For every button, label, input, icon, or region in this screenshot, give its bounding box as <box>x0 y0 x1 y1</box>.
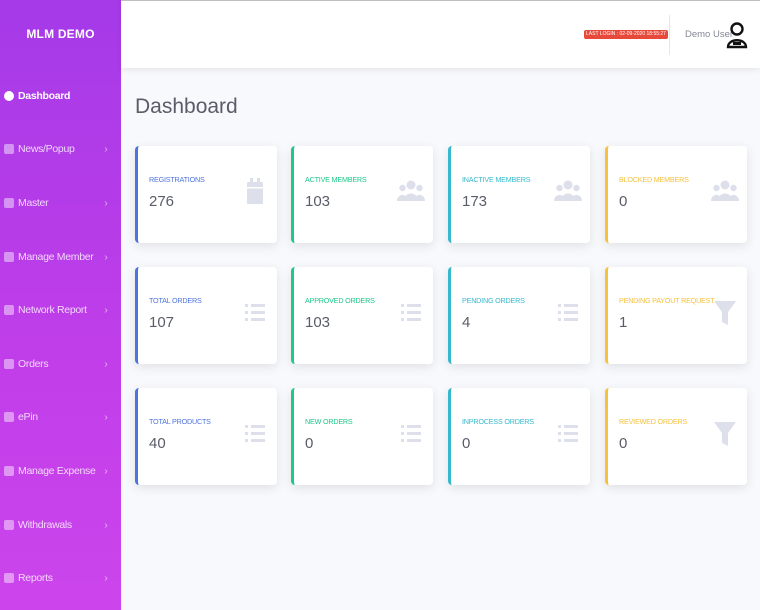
chevron-right-icon: › <box>104 251 108 263</box>
card-label: TOTAL ORDERS <box>149 296 202 305</box>
card-approved-orders[interactable]: APPROVED ORDERS 103 <box>291 267 433 364</box>
sidebar-item-news-popup[interactable]: News/Popup › <box>0 137 121 161</box>
card-inactive-members[interactable]: INACTIVE MEMBERS 173 <box>448 146 590 243</box>
card-value: 0 <box>619 193 628 210</box>
expense-icon <box>4 466 14 476</box>
card-label: TOTAL PRODUCTS <box>149 417 211 426</box>
dashboard-icon <box>4 91 14 101</box>
report-icon <box>4 305 14 315</box>
card-value: 276 <box>149 193 175 210</box>
sidebar-item-manage-member[interactable]: Manage Member › <box>0 245 121 269</box>
sidebar-item-label: ePin <box>18 411 38 423</box>
card-active-members[interactable]: ACTIVE MEMBERS 103 <box>291 146 433 243</box>
sidebar: MLM DEMO Dashboard News/Popup › Master ›… <box>0 0 121 610</box>
card-value: 0 <box>462 435 471 452</box>
card-value: 0 <box>619 435 628 452</box>
file-icon <box>4 573 14 583</box>
sidebar-item-label: Reports <box>18 572 53 584</box>
calendar-icon <box>247 178 263 204</box>
card-pending-payout-request[interactable]: PENDING PAYOUT REQUEST 1 <box>605 267 747 364</box>
card-label: NEW ORDERS <box>305 417 353 426</box>
list-icon <box>245 425 265 442</box>
users-icon <box>4 252 14 262</box>
chevron-right-icon: › <box>104 143 108 155</box>
list-icon <box>401 304 421 321</box>
card-value: 40 <box>149 435 166 452</box>
sidebar-item-label: Dashboard <box>18 90 71 102</box>
chevron-right-icon: › <box>104 519 108 531</box>
pin-icon <box>4 412 14 422</box>
wrench-icon <box>4 198 14 208</box>
list-icon <box>558 425 578 442</box>
card-label: REVIEWED ORDERS <box>619 417 688 426</box>
chevron-right-icon: › <box>104 197 108 209</box>
brand-logo[interactable]: MLM DEMO <box>0 0 121 68</box>
filter-icon <box>714 301 736 325</box>
card-value: 4 <box>462 314 471 331</box>
chevron-right-icon: › <box>104 358 108 370</box>
card-value: 107 <box>149 314 175 331</box>
filter-icon <box>714 422 736 446</box>
list-icon <box>401 425 421 442</box>
sidebar-item-label: News/Popup <box>18 143 75 155</box>
topbar: LAST LOGIN : 02-09-2020 18:55:27 Demo Us… <box>121 0 760 68</box>
sidebar-item-label: Master <box>18 197 49 209</box>
list-icon <box>558 304 578 321</box>
news-icon <box>4 144 14 154</box>
sidebar-item-label: Manage Expense <box>18 465 96 477</box>
chevron-right-icon: › <box>104 465 108 477</box>
card-inprocess-orders[interactable]: INPROCESS ORDERS 0 <box>448 388 590 485</box>
sidebar-item-withdrawals[interactable]: Withdrawals › <box>0 513 121 537</box>
card-new-orders[interactable]: NEW ORDERS 0 <box>291 388 433 485</box>
sidebar-item-epin[interactable]: ePin › <box>0 405 121 429</box>
page-title: Dashboard <box>135 95 238 118</box>
chevron-right-icon: › <box>104 411 108 423</box>
card-label: ACTIVE MEMBERS <box>305 175 367 184</box>
last-login-badge: LAST LOGIN : 02-09-2020 18:55:27 <box>584 30 668 39</box>
users-icon <box>711 180 739 201</box>
card-label: BLOCKED MEMBERS <box>619 175 689 184</box>
sidebar-item-orders[interactable]: Orders › <box>0 352 121 376</box>
card-label: INPROCESS ORDERS <box>462 417 534 426</box>
users-icon <box>397 180 425 201</box>
card-value: 1 <box>619 314 628 331</box>
card-label: REGISTRATIONS <box>149 175 205 184</box>
card-pending-orders[interactable]: PENDING ORDERS 4 <box>448 267 590 364</box>
card-label: PENDING ORDERS <box>462 296 525 305</box>
chevron-right-icon: › <box>104 304 108 316</box>
sidebar-item-network-report[interactable]: Network Report › <box>0 298 121 322</box>
sidebar-item-dashboard[interactable]: Dashboard <box>0 84 121 108</box>
card-reviewed-orders[interactable]: REVIEWED ORDERS 0 <box>605 388 747 485</box>
chevron-right-icon: › <box>104 572 108 584</box>
card-value: 103 <box>305 193 331 210</box>
list-icon <box>245 304 265 321</box>
topbar-divider <box>669 15 670 55</box>
sidebar-item-label: Manage Member <box>18 251 94 263</box>
user-avatar-icon[interactable] <box>725 21 749 49</box>
sidebar-item-label: Network Report <box>18 304 87 316</box>
card-label: PENDING PAYOUT REQUEST <box>619 296 715 305</box>
list-icon <box>4 359 14 369</box>
card-value: 173 <box>462 193 488 210</box>
sidebar-item-reports[interactable]: Reports › <box>0 566 121 590</box>
card-label: APPROVED ORDERS <box>305 296 375 305</box>
sidebar-item-label: Withdrawals <box>18 519 72 531</box>
money-icon <box>4 520 14 530</box>
card-value: 103 <box>305 314 331 331</box>
card-total-orders[interactable]: TOTAL ORDERS 107 <box>135 267 277 364</box>
sidebar-item-manage-expense[interactable]: Manage Expense › <box>0 459 121 483</box>
sidebar-item-master[interactable]: Master › <box>0 191 121 215</box>
sidebar-item-label: Orders <box>18 358 49 370</box>
card-label: INACTIVE MEMBERS <box>462 175 531 184</box>
card-blocked-members[interactable]: BLOCKED MEMBERS 0 <box>605 146 747 243</box>
users-icon <box>554 180 582 201</box>
card-registrations[interactable]: REGISTRATIONS 276 <box>135 146 277 243</box>
card-value: 0 <box>305 435 314 452</box>
card-total-products[interactable]: TOTAL PRODUCTS 40 <box>135 388 277 485</box>
